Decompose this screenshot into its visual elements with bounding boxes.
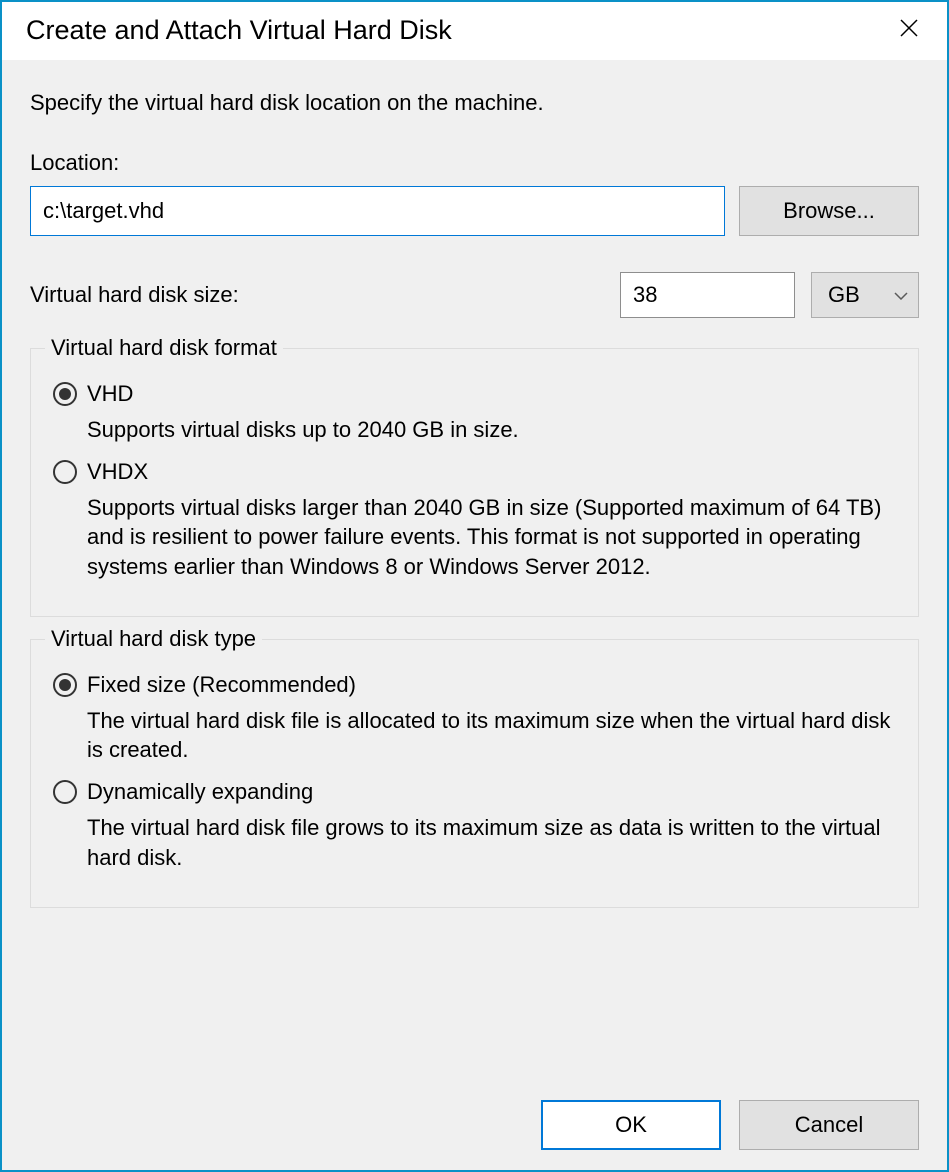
dialog-title: Create and Attach Virtual Hard Disk	[26, 15, 452, 46]
radio-label: Fixed size (Recommended)	[87, 672, 356, 698]
radio-icon	[53, 382, 77, 406]
format-groupbox: Virtual hard disk format VHD Supports vi…	[30, 348, 919, 617]
location-row: Browse...	[30, 186, 919, 236]
type-group-title: Virtual hard disk type	[45, 626, 262, 652]
type-groupbox: Virtual hard disk type Fixed size (Recom…	[30, 639, 919, 908]
radio-label: Dynamically expanding	[87, 779, 313, 805]
radio-label: VHDX	[87, 459, 148, 485]
dialog-footer: OK Cancel	[30, 1080, 919, 1150]
size-input[interactable]	[620, 272, 795, 318]
radio-vhdx[interactable]: VHDX	[53, 459, 896, 485]
radio-fixed-size[interactable]: Fixed size (Recommended)	[53, 672, 896, 698]
close-icon[interactable]	[889, 14, 929, 47]
location-input[interactable]	[30, 186, 725, 236]
ok-button[interactable]: OK	[541, 1100, 721, 1150]
radio-dynamic[interactable]: Dynamically expanding	[53, 779, 896, 805]
dialog-window: Create and Attach Virtual Hard Disk Spec…	[0, 0, 949, 1172]
radio-fixed-size-desc: The virtual hard disk file is allocated …	[87, 706, 896, 765]
radio-dynamic-desc: The virtual hard disk file grows to its …	[87, 813, 896, 872]
size-unit-value: GB	[828, 282, 860, 308]
chevron-down-icon	[894, 287, 908, 303]
format-group-title: Virtual hard disk format	[45, 335, 283, 361]
size-unit-select[interactable]: GB	[811, 272, 919, 318]
size-row: Virtual hard disk size: GB	[30, 272, 919, 318]
radio-icon	[53, 780, 77, 804]
radio-vhdx-desc: Supports virtual disks larger than 2040 …	[87, 493, 896, 582]
instruction-text: Specify the virtual hard disk location o…	[30, 90, 919, 116]
browse-button[interactable]: Browse...	[739, 186, 919, 236]
cancel-button[interactable]: Cancel	[739, 1100, 919, 1150]
titlebar: Create and Attach Virtual Hard Disk	[2, 2, 947, 60]
size-label: Virtual hard disk size:	[30, 282, 604, 308]
radio-vhd-desc: Supports virtual disks up to 2040 GB in …	[87, 415, 896, 445]
dialog-content: Specify the virtual hard disk location o…	[2, 60, 947, 1170]
radio-icon	[53, 673, 77, 697]
radio-icon	[53, 460, 77, 484]
radio-label: VHD	[87, 381, 133, 407]
location-label: Location:	[30, 150, 919, 176]
radio-vhd[interactable]: VHD	[53, 381, 896, 407]
